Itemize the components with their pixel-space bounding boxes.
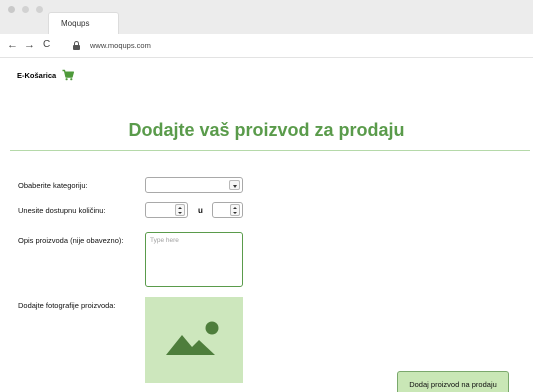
unit-stepper[interactable] — [212, 202, 243, 218]
category-select[interactable] — [145, 177, 243, 193]
quantity-stepper[interactable] — [145, 202, 188, 218]
browser-toolbar: ← → C www.moqups.com — [0, 34, 533, 58]
unit-spin-buttons[interactable] — [230, 204, 240, 216]
url-text: www.moqups.com — [90, 41, 151, 50]
photo-label: Dodajte fotografije proizvoda: — [18, 301, 116, 310]
browser-tab-bar: Moqups — [0, 0, 533, 34]
forward-arrow-icon[interactable]: → — [24, 39, 35, 51]
lock-icon — [73, 41, 80, 50]
photo-upload-area[interactable] — [145, 297, 243, 383]
window-close-dot[interactable] — [8, 6, 15, 13]
image-placeholder-icon — [166, 321, 219, 355]
back-arrow-icon[interactable]: ← — [7, 39, 18, 51]
description-label: Opis proizvoda (nije obavezno): — [18, 236, 124, 245]
shopping-cart-icon[interactable] — [62, 69, 74, 81]
description-textarea[interactable]: Type here — [145, 232, 243, 287]
chevron-down-icon[interactable] — [229, 180, 240, 190]
increment-icon[interactable] — [178, 206, 182, 209]
category-label: Obaberite kategoriju: — [18, 181, 88, 190]
page-title: Dodajte vaš proizvod za prodaju — [128, 120, 405, 140]
quantity-unit-separator: u — [198, 206, 203, 215]
decrement-icon[interactable] — [233, 211, 237, 214]
description-placeholder: Type here — [150, 237, 179, 244]
window-minimize-dot[interactable] — [22, 6, 29, 13]
submit-product-button[interactable]: Dodaj proizvod na prodaju — [397, 371, 509, 392]
increment-icon[interactable] — [233, 206, 237, 209]
title-divider — [10, 150, 530, 151]
brand-name[interactable]: E-Košarica — [17, 71, 56, 80]
quantity-spin-buttons[interactable] — [175, 204, 185, 216]
reload-icon[interactable]: C — [43, 39, 50, 51]
address-bar[interactable]: www.moqups.com — [60, 38, 530, 54]
quantity-label: Unesite dostupnu količinu: — [18, 206, 106, 215]
browser-tab[interactable]: Moqups — [48, 12, 119, 34]
decrement-icon[interactable] — [178, 211, 182, 214]
browser-tab-title: Moqups — [61, 19, 90, 28]
window-maximize-dot[interactable] — [36, 6, 43, 13]
